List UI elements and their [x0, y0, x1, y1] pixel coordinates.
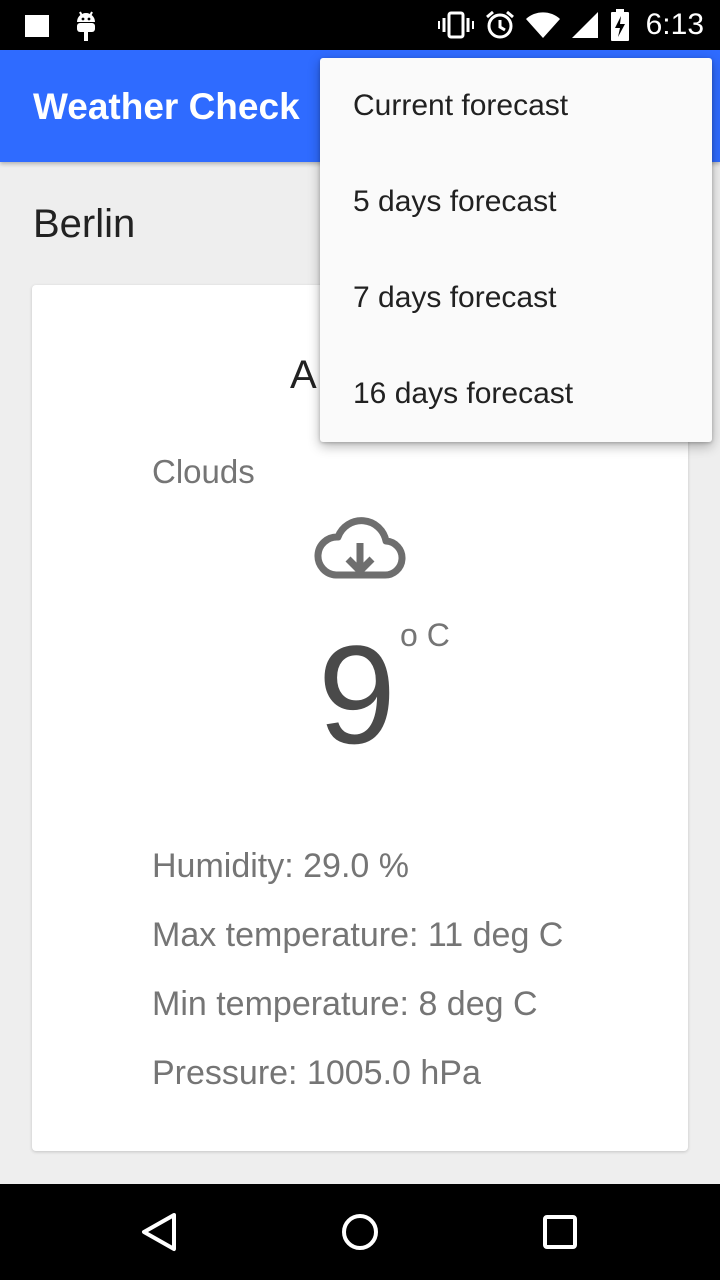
wifi-icon — [525, 11, 560, 39]
cell-signal-icon — [570, 10, 600, 40]
recents-icon[interactable] — [536, 1208, 584, 1256]
pressure-text: Pressure: 1005.0 hPa — [152, 1054, 481, 1092]
battery-charging-icon — [610, 9, 630, 41]
menu-item-7-days-forecast[interactable]: 7 days forecast — [320, 250, 712, 346]
notification-square-icon — [24, 13, 50, 39]
menu-item-current-forecast[interactable]: Current forecast — [320, 58, 712, 154]
alarm-icon — [484, 9, 516, 41]
max-temperature-text: Max temperature: 11 deg C — [152, 916, 564, 954]
city-name: Berlin — [33, 202, 136, 246]
app-title: Weather Check — [33, 86, 300, 127]
home-icon[interactable] — [336, 1208, 384, 1256]
temperature-value: 9 — [318, 616, 396, 773]
temperature-unit: o C — [400, 617, 450, 653]
weather-condition: Clouds — [152, 453, 255, 490]
status-time: 6:13 — [645, 8, 704, 41]
menu-item-5-days-forecast[interactable]: 5 days forecast — [320, 154, 712, 250]
humidity-text: Humidity: 29.0 % — [152, 847, 409, 885]
cloud-download-icon — [314, 517, 406, 588]
android-icon — [74, 10, 98, 42]
vibrate-icon — [437, 10, 474, 40]
forecast-menu: Current forecast 5 days forecast 7 days … — [320, 58, 712, 442]
navigation-bar — [0, 1184, 720, 1280]
back-icon[interactable] — [136, 1208, 184, 1256]
menu-item-16-days-forecast[interactable]: 16 days forecast — [320, 346, 712, 442]
status-bar: 6:13 — [0, 0, 720, 50]
card-heading: A — [290, 353, 317, 397]
min-temperature-text: Min temperature: 8 deg C — [152, 985, 538, 1023]
